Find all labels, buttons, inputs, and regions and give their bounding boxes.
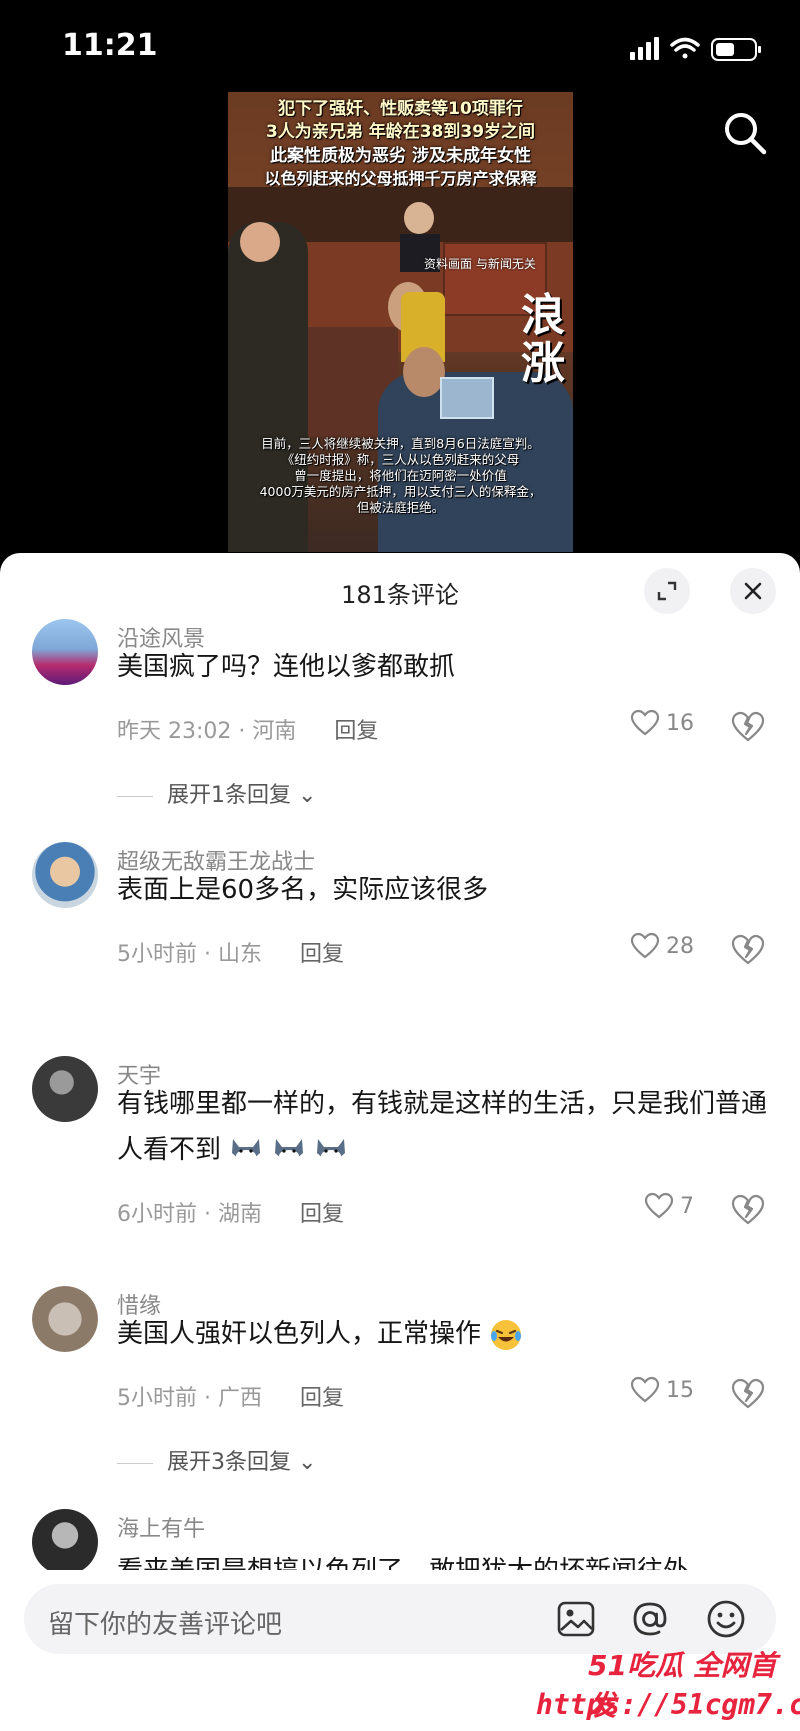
like-count: 7: [680, 1193, 694, 1219]
heart-icon: [630, 932, 660, 959]
reply-button[interactable]: 回复: [334, 719, 378, 744]
image-icon[interactable]: [557, 1601, 595, 1637]
comment-text: 表面上是60多名，实际应该很多: [117, 875, 489, 905]
chevron-down-icon: ⌄: [298, 1450, 317, 1475]
comment-meta: 6小时前 · 湖南 回复: [117, 1196, 344, 1228]
dog-emoji-icon: [232, 1138, 261, 1162]
video-caption-5: 但被法庭拒绝。: [356, 500, 445, 515]
like-count: 15: [666, 1377, 694, 1403]
dislike-icon[interactable]: [730, 709, 766, 745]
avatar[interactable]: [32, 619, 98, 685]
expand-replies-button[interactable]: 展开1条回复 ⌄: [117, 777, 316, 809]
dislike-icon[interactable]: [730, 1376, 766, 1412]
comment-time: 5小时前 · 山东: [117, 942, 262, 967]
reply-button[interactable]: 回复: [300, 942, 344, 967]
comment-meta: 昨天 23:02 · 河南 回复: [117, 713, 378, 745]
comment-time: 昨天 23:02 · 河南: [117, 719, 297, 744]
close-icon: [744, 582, 762, 600]
like-button[interactable]: 16: [630, 709, 694, 737]
battery-icon: [711, 38, 761, 61]
comment-text: 有钱哪里都一样的，有钱就是这样的生活，只是我们普通人看不到: [117, 1089, 768, 1165]
crying-laughing-emoji-icon: [491, 1319, 522, 1350]
heart-icon: [644, 1192, 674, 1219]
comment-time: 6小时前 · 湖南: [117, 1202, 262, 1227]
signal-icon: [630, 37, 659, 60]
comment-meta: 5小时前 · 广西 回复: [117, 1380, 344, 1412]
expand-replies-button[interactable]: 展开3条回复 ⌄: [117, 1444, 316, 1476]
video-caption-4: 4000万美元的房产抵押，用以支付三人的保释金，: [259, 484, 542, 499]
status-time: 11:21: [62, 28, 158, 63]
comment-username[interactable]: 海上有牛: [117, 1511, 205, 1543]
comment-text: 美国人强奸以色列人，正常操作: [117, 1311, 777, 1357]
comment-input-placeholder: 留下你的友善评论吧: [48, 1610, 283, 1640]
avatar[interactable]: [32, 1286, 98, 1352]
like-button[interactable]: 15: [630, 1376, 694, 1404]
dislike-icon[interactable]: [730, 932, 766, 968]
like-count: 16: [666, 710, 694, 736]
like-button[interactable]: 28: [630, 932, 694, 960]
video-caption-2: 《纽约时报》称，三人从以色列赶来的父母: [281, 452, 520, 467]
expand-button[interactable]: [644, 568, 690, 614]
reply-button[interactable]: 回复: [300, 1386, 344, 1411]
like-button[interactable]: 7: [644, 1192, 694, 1220]
video-caption-1: 目前，三人将继续被关押，直到8月6日法庭宣判。: [261, 436, 540, 451]
heart-icon: [630, 709, 660, 736]
avatar[interactable]: [32, 1509, 98, 1575]
status-icons: [630, 37, 761, 61]
video-frame[interactable]: 犯下了强奸、性贩卖等10项罪行 3人为亲兄弟 年龄在38到39岁之间 此案性质极…: [228, 92, 573, 552]
close-button[interactable]: [730, 568, 776, 614]
emoji-icon[interactable]: [706, 1599, 746, 1639]
chevron-down-icon: ⌄: [298, 783, 317, 808]
avatar[interactable]: [32, 1056, 98, 1122]
heart-icon: [630, 1376, 660, 1403]
video-disclaimer: 资料画面 与新闻无关: [424, 257, 536, 271]
mention-icon[interactable]: [631, 1600, 669, 1638]
video-headline-2: 3人为亲兄弟 年龄在38到39岁之间: [265, 122, 536, 142]
dislike-icon[interactable]: [730, 1192, 766, 1228]
video-logo: 浪涨: [521, 290, 565, 389]
avatar[interactable]: [32, 842, 98, 908]
dog-emoji-icon: [274, 1138, 303, 1162]
comment-time: 5小时前 · 广西: [117, 1386, 262, 1411]
comment-meta: 5小时前 · 山东 回复: [117, 936, 344, 968]
expand-icon: [657, 581, 677, 601]
video-headline-1: 犯下了强奸、性贩卖等10项罪行: [278, 99, 523, 119]
comments-sheet: 181条评论 沿途风景 美国疯了吗？连他以爹都敢抓 昨天 23:02 · 河南回…: [0, 553, 800, 1731]
video-headline-4: 以色列赶来的父母抵押千万房产求保释: [264, 169, 537, 188]
watermark-line-2: https://51cgm7.com: [536, 1688, 800, 1721]
search-icon[interactable]: [722, 110, 768, 156]
dog-emoji-icon: [316, 1138, 345, 1162]
comment-text: 美国疯了吗？连他以爹都敢抓: [117, 652, 456, 682]
video-caption-3: 曾一度提出，将他们在迈阿密一处价值: [294, 468, 507, 483]
like-count: 28: [666, 933, 694, 959]
video-headline-3: 此案性质极为恶劣 涉及未成年女性: [270, 146, 531, 166]
reply-button[interactable]: 回复: [300, 1202, 344, 1227]
wifi-icon: [670, 37, 700, 59]
